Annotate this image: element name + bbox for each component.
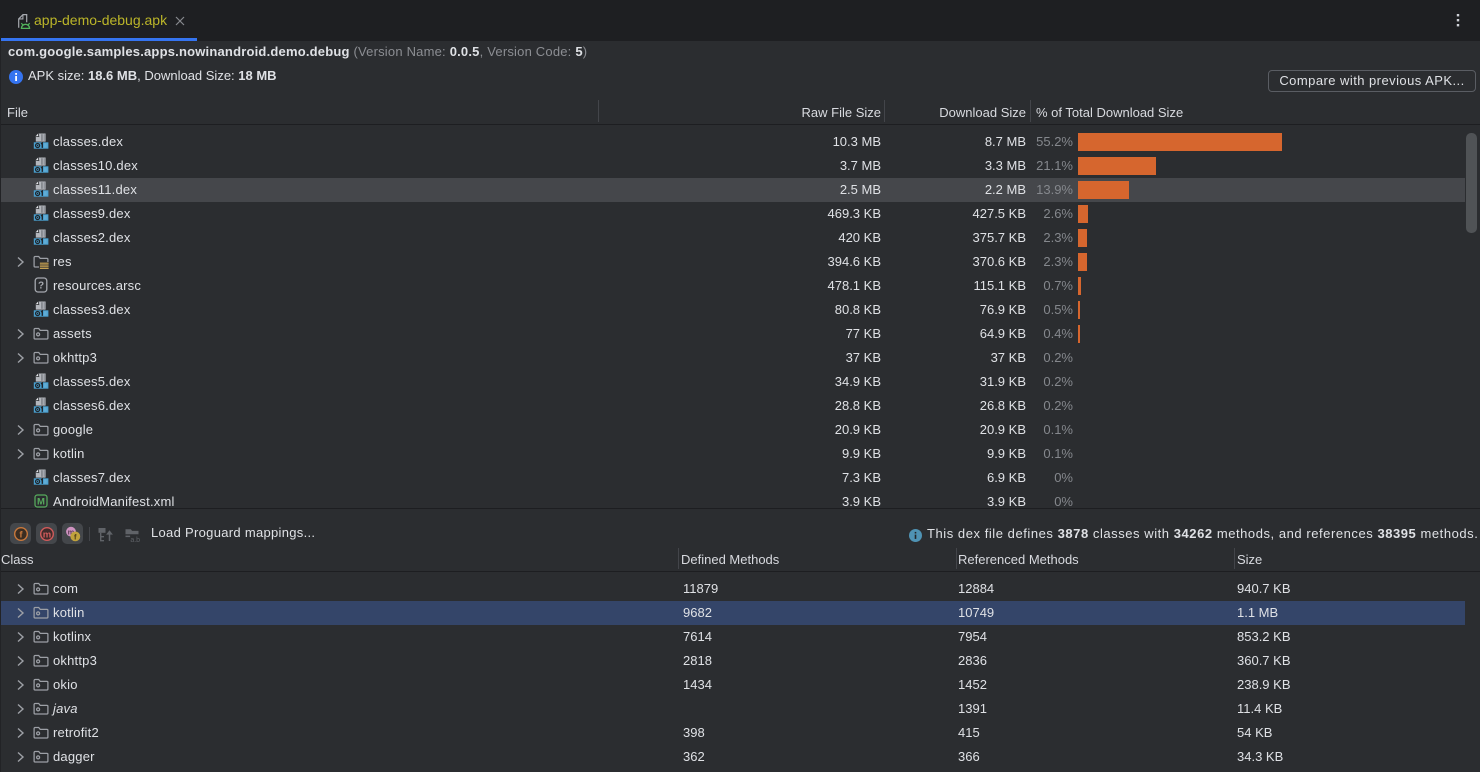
- svg-text:a.b: a.b: [130, 537, 140, 543]
- svg-text:m: m: [42, 529, 50, 540]
